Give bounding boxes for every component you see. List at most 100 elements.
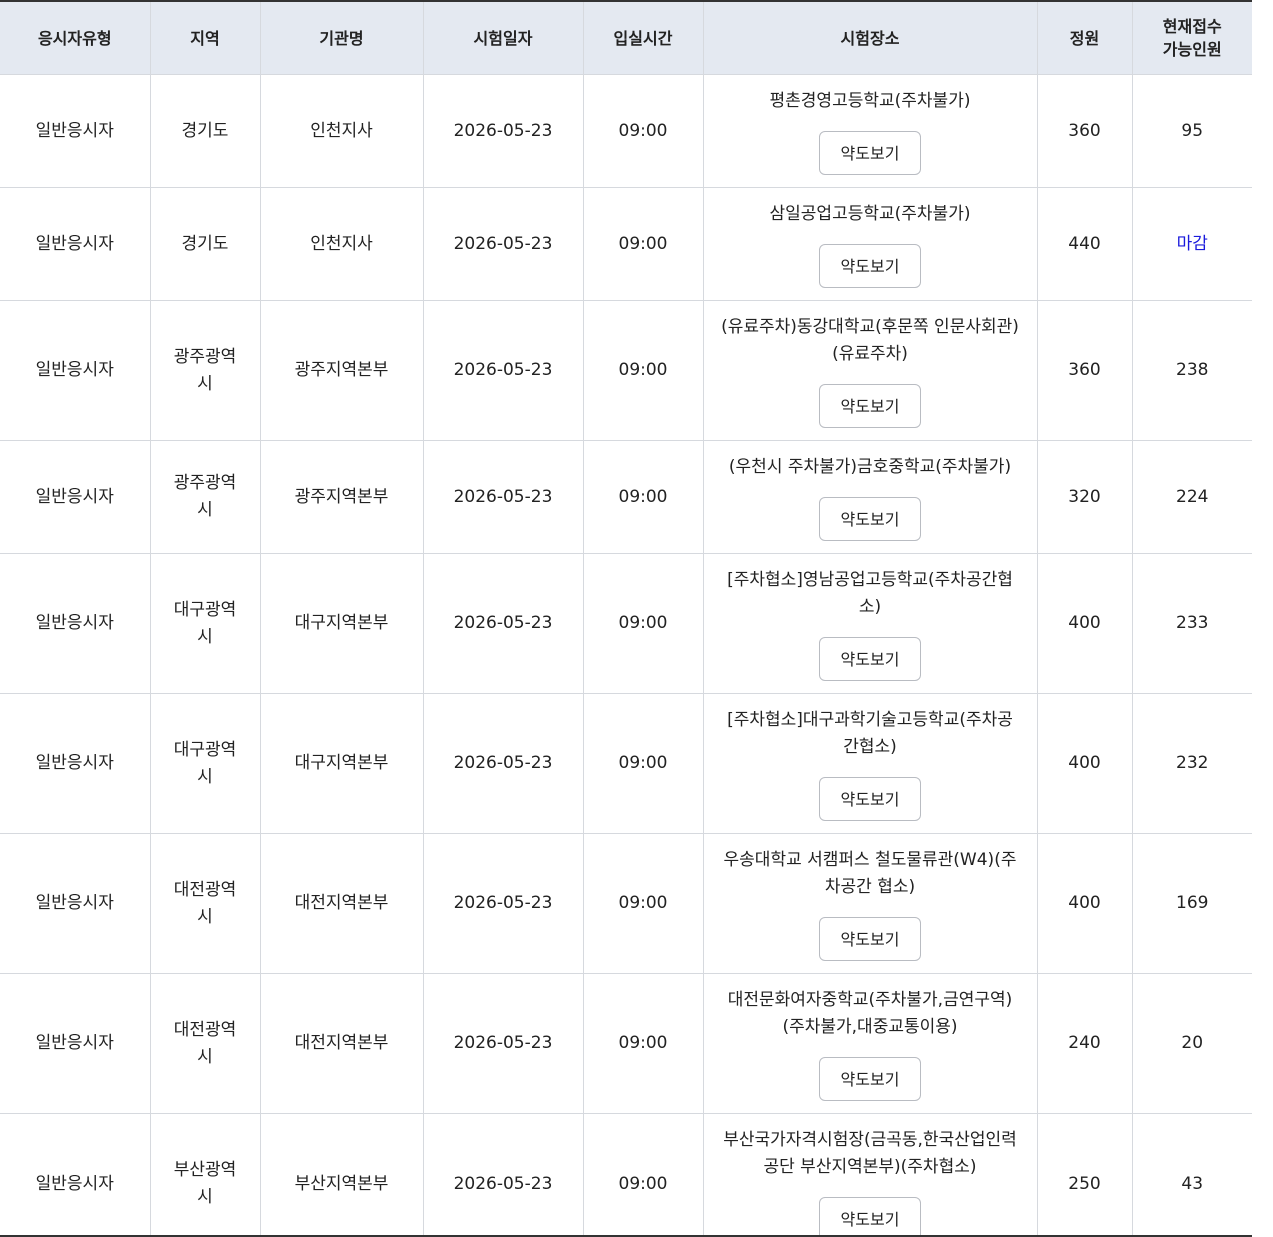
cell-applicant-type: 일반응시자 <box>0 833 151 974</box>
cell-capacity: 360 <box>1037 300 1133 441</box>
cell-available: 20 <box>1132 973 1252 1114</box>
view-map-button[interactable]: 약도보기 <box>819 636 921 681</box>
cell-region: 대전광역 시 <box>150 973 261 1114</box>
table-row: 일반응시자 대구광역 시 대구지역본부 2026-05-23 09:00 [주차협… <box>0 553 1252 694</box>
view-map-button[interactable]: 약도보기 <box>819 776 921 821</box>
cell-venue: 우송대학교 서캠퍼스 철도물류관(W4)(주차공간 협소) 약도보기 <box>703 833 1038 974</box>
table-row: 일반응시자 대구광역 시 대구지역본부 2026-05-23 09:00 [주차협… <box>0 693 1252 834</box>
cell-exam-date: 2026-05-23 <box>423 833 584 974</box>
table-row: 일반응시자 경기도 인천지사 2026-05-23 09:00 평촌경영고등학교… <box>0 74 1252 188</box>
cell-agency: 부산지역본부 <box>260 1113 424 1237</box>
cell-capacity: 240 <box>1037 973 1133 1114</box>
exam-schedule-container: 응시자유형 지역 기관명 시험일자 입실시간 시험장소 정원 현재접수 가능인원… <box>0 0 1273 1237</box>
cell-region: 부산광역 시 <box>150 1113 261 1237</box>
venue-name: 삼일공업고등학교(주차불가) <box>769 203 971 224</box>
cell-venue: 평촌경영고등학교(주차불가) 약도보기 <box>703 74 1038 188</box>
cell-available: 95 <box>1132 74 1252 188</box>
cell-capacity: 250 <box>1037 1113 1133 1237</box>
header-entry-time: 입실시간 <box>583 2 704 75</box>
cell-entry-time: 09:00 <box>583 74 704 188</box>
cell-region: 광주광역 시 <box>150 440 261 554</box>
header-venue: 시험장소 <box>703 2 1038 75</box>
cell-exam-date: 2026-05-23 <box>423 74 584 188</box>
cell-capacity: 400 <box>1037 833 1133 974</box>
cell-entry-time: 09:00 <box>583 693 704 834</box>
cell-region: 대전광역 시 <box>150 833 261 974</box>
cell-agency: 광주지역본부 <box>260 300 424 441</box>
header-applicant-type: 응시자유형 <box>0 2 151 75</box>
cell-applicant-type: 일반응시자 <box>0 693 151 834</box>
cell-agency: 대전지역본부 <box>260 833 424 974</box>
cell-entry-time: 09:00 <box>583 973 704 1114</box>
cell-entry-time: 09:00 <box>583 300 704 441</box>
view-map-button[interactable]: 약도보기 <box>819 1056 921 1101</box>
cell-applicant-type: 일반응시자 <box>0 553 151 694</box>
header-exam-date: 시험일자 <box>423 2 584 75</box>
table-row: 일반응시자 광주광역 시 광주지역본부 2026-05-23 09:00 (유료주… <box>0 300 1252 441</box>
table-row: 일반응시자 광주광역 시 광주지역본부 2026-05-23 09:00 (우천시… <box>0 440 1252 554</box>
view-map-button[interactable]: 약도보기 <box>819 130 921 175</box>
exam-schedule-table: 응시자유형 지역 기관명 시험일자 입실시간 시험장소 정원 현재접수 가능인원… <box>0 2 1252 1237</box>
cell-agency: 대구지역본부 <box>260 693 424 834</box>
cell-capacity: 400 <box>1037 553 1133 694</box>
cell-exam-date: 2026-05-23 <box>423 300 584 441</box>
cell-agency: 인천지사 <box>260 74 424 188</box>
cell-entry-time: 09:00 <box>583 553 704 694</box>
cell-entry-time: 09:00 <box>583 187 704 301</box>
view-map-button[interactable]: 약도보기 <box>819 383 921 428</box>
cell-available: 224 <box>1132 440 1252 554</box>
venue-name: (유료주차)동강대학교(후문쪽 인문사회관)(유료주차) <box>721 316 1019 364</box>
header-available: 현재접수 가능인원 <box>1132 2 1252 75</box>
cell-exam-date: 2026-05-23 <box>423 440 584 554</box>
cell-capacity: 320 <box>1037 440 1133 554</box>
view-map-button[interactable]: 약도보기 <box>819 1197 921 1237</box>
venue-name: [주차협소]영남공업고등학교(주차공간협소) <box>727 569 1013 617</box>
cell-venue: [주차협소]대구과학기술고등학교(주차공간협소) 약도보기 <box>703 693 1038 834</box>
cell-venue: 부산국가자격시험장(금곡동,한국산업인력공단 부산지역본부)(주차협소) 약도보… <box>703 1113 1038 1237</box>
cell-capacity: 400 <box>1037 693 1133 834</box>
cell-available: 233 <box>1132 553 1252 694</box>
cell-entry-time: 09:00 <box>583 833 704 974</box>
cell-venue: 삼일공업고등학교(주차불가) 약도보기 <box>703 187 1038 301</box>
cell-region: 경기도 <box>150 187 261 301</box>
cell-agency: 대구지역본부 <box>260 553 424 694</box>
cell-available: 232 <box>1132 693 1252 834</box>
table-row: 일반응시자 부산광역 시 부산지역본부 2026-05-23 09:00 부산국가… <box>0 1113 1252 1237</box>
cell-entry-time: 09:00 <box>583 440 704 554</box>
cell-venue: (유료주차)동강대학교(후문쪽 인문사회관)(유료주차) 약도보기 <box>703 300 1038 441</box>
venue-name: 부산국가자격시험장(금곡동,한국산업인력공단 부산지역본부)(주차협소) <box>723 1130 1017 1177</box>
cell-region: 경기도 <box>150 74 261 188</box>
cell-exam-date: 2026-05-23 <box>423 693 584 834</box>
cell-applicant-type: 일반응시자 <box>0 1113 151 1237</box>
venue-name: 우송대학교 서캠퍼스 철도물류관(W4)(주차공간 협소) <box>723 849 1017 897</box>
view-map-button[interactable]: 약도보기 <box>819 496 921 541</box>
table-row: 일반응시자 대전광역 시 대전지역본부 2026-05-23 09:00 우송대학… <box>0 833 1252 974</box>
header-region: 지역 <box>150 2 261 75</box>
cell-applicant-type: 일반응시자 <box>0 187 151 301</box>
cell-capacity: 360 <box>1037 74 1133 188</box>
cell-exam-date: 2026-05-23 <box>423 187 584 301</box>
cell-available: 169 <box>1132 833 1252 974</box>
venue-name: 대전문화여자중학교(주차불가,금연구역)(주차불가,대중교통이용) <box>727 989 1013 1037</box>
cell-applicant-type: 일반응시자 <box>0 973 151 1114</box>
cell-agency: 인천지사 <box>260 187 424 301</box>
venue-name: (우천시 주차불가)금호중학교(주차불가) <box>728 456 1012 477</box>
cell-applicant-type: 일반응시자 <box>0 74 151 188</box>
venue-name: [주차협소]대구과학기술고등학교(주차공간협소) <box>727 709 1013 757</box>
cell-available: 43 <box>1132 1113 1252 1237</box>
cell-region: 대구광역 시 <box>150 693 261 834</box>
cell-region: 대구광역 시 <box>150 553 261 694</box>
cell-applicant-type: 일반응시자 <box>0 440 151 554</box>
view-map-button[interactable]: 약도보기 <box>819 243 921 288</box>
cell-venue: (우천시 주차불가)금호중학교(주차불가) 약도보기 <box>703 440 1038 554</box>
cell-venue: [주차협소]영남공업고등학교(주차공간협소) 약도보기 <box>703 553 1038 694</box>
cell-agency: 광주지역본부 <box>260 440 424 554</box>
cell-entry-time: 09:00 <box>583 1113 704 1237</box>
view-map-button[interactable]: 약도보기 <box>819 916 921 961</box>
header-agency: 기관명 <box>260 2 424 75</box>
header-capacity: 정원 <box>1037 2 1133 75</box>
cell-applicant-type: 일반응시자 <box>0 300 151 441</box>
table-row: 일반응시자 대전광역 시 대전지역본부 2026-05-23 09:00 대전문화… <box>0 973 1252 1114</box>
cell-capacity: 440 <box>1037 187 1133 301</box>
cell-agency: 대전지역본부 <box>260 973 424 1114</box>
